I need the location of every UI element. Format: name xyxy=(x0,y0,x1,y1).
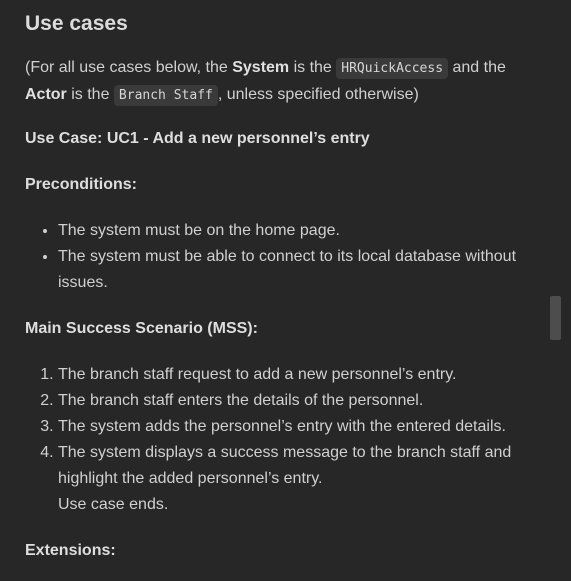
document-body: Use cases (For all use cases below, the … xyxy=(25,0,525,564)
system-label: System xyxy=(232,59,290,76)
actor-code: Branch Staff xyxy=(113,85,218,106)
intro-paragraph: (For all use cases below, the System is … xyxy=(25,55,525,109)
intro-text-3: and the xyxy=(448,59,506,76)
use-case-title: Use Case: UC1 - Add a new personnel’s en… xyxy=(25,130,370,147)
use-case-ends: Use case ends. xyxy=(58,496,169,513)
intro-text-4: is the xyxy=(66,86,114,103)
extensions-title: Extensions: xyxy=(25,542,116,559)
preconditions-title: Preconditions: xyxy=(25,176,138,193)
intro-text-2: is the xyxy=(289,59,337,76)
system-code: HRQuickAccess xyxy=(336,58,449,79)
scrollbar-thumb[interactable] xyxy=(550,296,561,340)
mss-step: The branch staff enters the details of t… xyxy=(58,388,525,414)
mss-title: Main Success Scenario (MSS): xyxy=(25,320,258,337)
precondition-item: The system must be able to connect to it… xyxy=(58,244,525,296)
mss-step: The branch staff request to add a new pe… xyxy=(58,362,525,388)
mss-step: The system displays a success message to… xyxy=(58,440,525,518)
actor-label: Actor xyxy=(25,86,67,103)
mss-step-text: The system displays a success message to… xyxy=(58,444,512,487)
preconditions-list: The system must be on the home page. The… xyxy=(25,218,525,296)
mss-steps-list: The branch staff request to add a new pe… xyxy=(25,362,525,518)
precondition-item: The system must be on the home page. xyxy=(58,218,525,244)
intro-text-5: , unless specified otherwise) xyxy=(217,86,419,103)
intro-text-1: (For all use cases below, the xyxy=(25,59,233,76)
section-heading: Use cases xyxy=(25,12,128,35)
mss-step: The system adds the personnel’s entry wi… xyxy=(58,414,525,440)
